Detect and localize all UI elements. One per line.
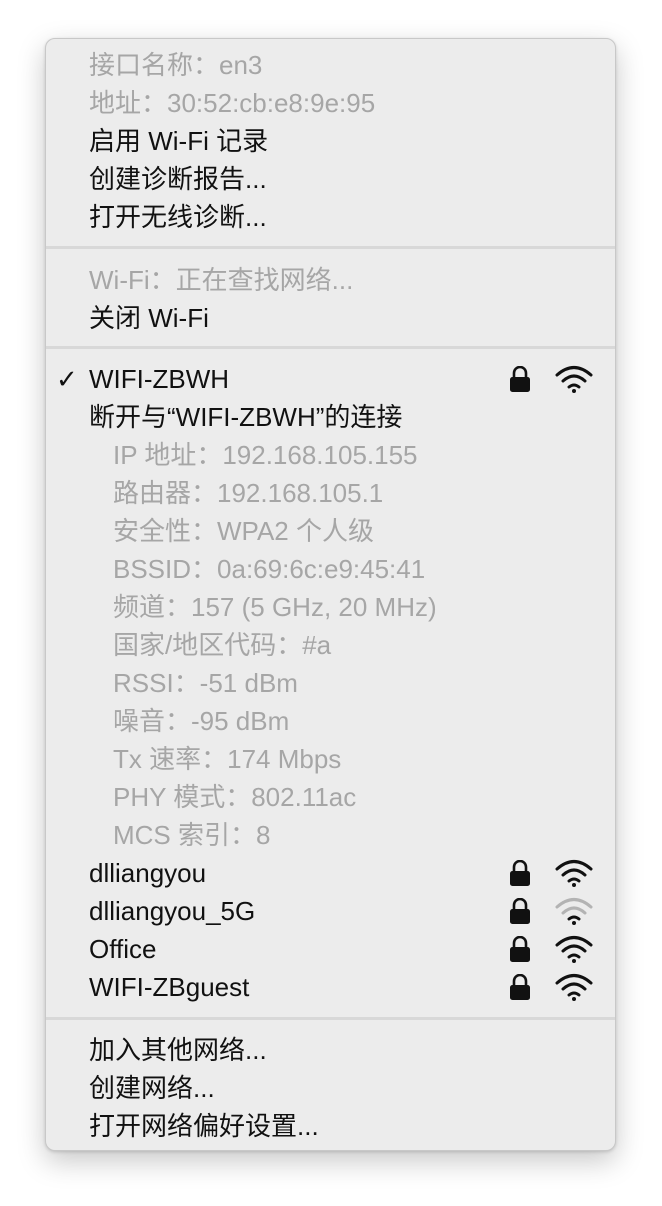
network-detail-mcs-index: MCS 索引：8 (46, 816, 615, 854)
detail-label: Tx 速率：174 Mbps (113, 744, 342, 774)
detail-label: MCS 索引：8 (113, 820, 271, 850)
current-network-name: WIFI-ZBWH (89, 364, 230, 394)
interface-name-label: 接口名称：en3 (89, 50, 263, 80)
network-detail-rssi: RSSI：-51 dBm (46, 664, 615, 702)
menu-item-join-other-network[interactable]: 加入其他网络... (46, 1031, 615, 1069)
menu-separator (46, 246, 615, 249)
network-item-dlliangyou-5g[interactable]: dlliangyou_5G (46, 892, 615, 930)
network-item-dlliangyou[interactable]: dlliangyou (46, 854, 615, 892)
checkmark-icon: ✓ (56, 364, 78, 394)
disconnect-label: 断开与“WIFI-ZBWH”的连接 (89, 402, 403, 432)
wifi-signal-icon (555, 860, 593, 887)
detail-label: 频道：157 (5 GHz, 20 MHz) (113, 592, 437, 622)
menu-item-open-wireless-diagnostics[interactable]: 打开无线诊断... (46, 198, 615, 236)
address-label: 地址：30:52:cb:e8:9e:95 (89, 88, 376, 118)
network-name: dlliangyou_5G (89, 896, 256, 926)
detail-label: PHY 模式：802.11ac (113, 782, 357, 812)
wifi-signal-icon (555, 366, 593, 393)
menu-item-open-network-preferences[interactable]: 打开网络偏好设置... (46, 1107, 615, 1145)
network-detail-bssid: BSSID：0a:69:6c:e9:45:41 (46, 550, 615, 588)
lock-icon (510, 860, 530, 886)
menu-item-wifi-status: Wi-Fi：正在查找网络... (46, 261, 615, 299)
menu-item-enable-wifi-logging[interactable]: 启用 Wi-Fi 记录 (46, 122, 615, 160)
detail-label: IP 地址：192.168.105.155 (113, 440, 418, 470)
network-item-current[interactable]: ✓ WIFI-ZBWH (46, 360, 615, 398)
network-detail-phy-mode: PHY 模式：802.11ac (46, 778, 615, 816)
lock-icon (510, 366, 530, 392)
network-item-wifi-zbguest[interactable]: WIFI-ZBguest (46, 968, 615, 1006)
open-network-preferences-label: 打开网络偏好设置... (89, 1111, 319, 1141)
detail-label: BSSID：0a:69:6c:e9:45:41 (113, 554, 426, 584)
create-diagnostics-report-label: 创建诊断报告... (89, 164, 267, 194)
network-detail-channel: 频道：157 (5 GHz, 20 MHz) (46, 588, 615, 626)
network-detail-country-code: 国家/地区代码：#a (46, 626, 615, 664)
lock-icon (510, 974, 530, 1000)
detail-label: 路由器：192.168.105.1 (113, 478, 384, 508)
network-detail-security: 安全性：WPA2 个人级 (46, 512, 615, 550)
menu-item-address: 地址：30:52:cb:e8:9e:95 (46, 84, 615, 122)
wifi-menu: 接口名称：en3 地址：30:52:cb:e8:9e:95 启用 Wi-Fi 记… (45, 38, 616, 1151)
menu-separator (46, 1017, 615, 1020)
network-name: Office (89, 934, 157, 964)
create-network-label: 创建网络... (89, 1073, 215, 1103)
lock-icon (510, 898, 530, 924)
join-other-network-label: 加入其他网络... (89, 1035, 267, 1065)
wifi-signal-icon (555, 936, 593, 963)
menu-item-create-network[interactable]: 创建网络... (46, 1069, 615, 1107)
menu-item-turn-off-wifi[interactable]: 关闭 Wi-Fi (46, 299, 615, 337)
turn-off-wifi-label: 关闭 Wi-Fi (89, 303, 209, 333)
detail-label: 安全性：WPA2 个人级 (113, 516, 374, 546)
detail-label: RSSI：-51 dBm (113, 668, 298, 698)
open-wireless-diagnostics-label: 打开无线诊断... (89, 202, 267, 232)
wifi-signal-icon (555, 898, 593, 925)
menu-separator (46, 346, 615, 349)
network-detail-tx-rate: Tx 速率：174 Mbps (46, 740, 615, 778)
network-detail-ip-address: IP 地址：192.168.105.155 (46, 436, 615, 474)
menu-item-create-diagnostics-report[interactable]: 创建诊断报告... (46, 160, 615, 198)
detail-label: 国家/地区代码：#a (113, 630, 332, 660)
wifi-status-label: Wi-Fi：正在查找网络... (89, 265, 354, 295)
network-item-office[interactable]: Office (46, 930, 615, 968)
network-name: WIFI-ZBguest (89, 972, 250, 1002)
network-name: dlliangyou (89, 858, 207, 888)
network-detail-router: 路由器：192.168.105.1 (46, 474, 615, 512)
lock-icon (510, 936, 530, 962)
network-detail-noise: 噪音：-95 dBm (46, 702, 615, 740)
menu-item-interface-name: 接口名称：en3 (46, 46, 615, 84)
wifi-signal-icon (555, 974, 593, 1001)
menu-item-disconnect[interactable]: 断开与“WIFI-ZBWH”的连接 (46, 398, 615, 436)
enable-wifi-logging-label: 启用 Wi-Fi 记录 (89, 126, 269, 156)
detail-label: 噪音：-95 dBm (113, 706, 290, 736)
